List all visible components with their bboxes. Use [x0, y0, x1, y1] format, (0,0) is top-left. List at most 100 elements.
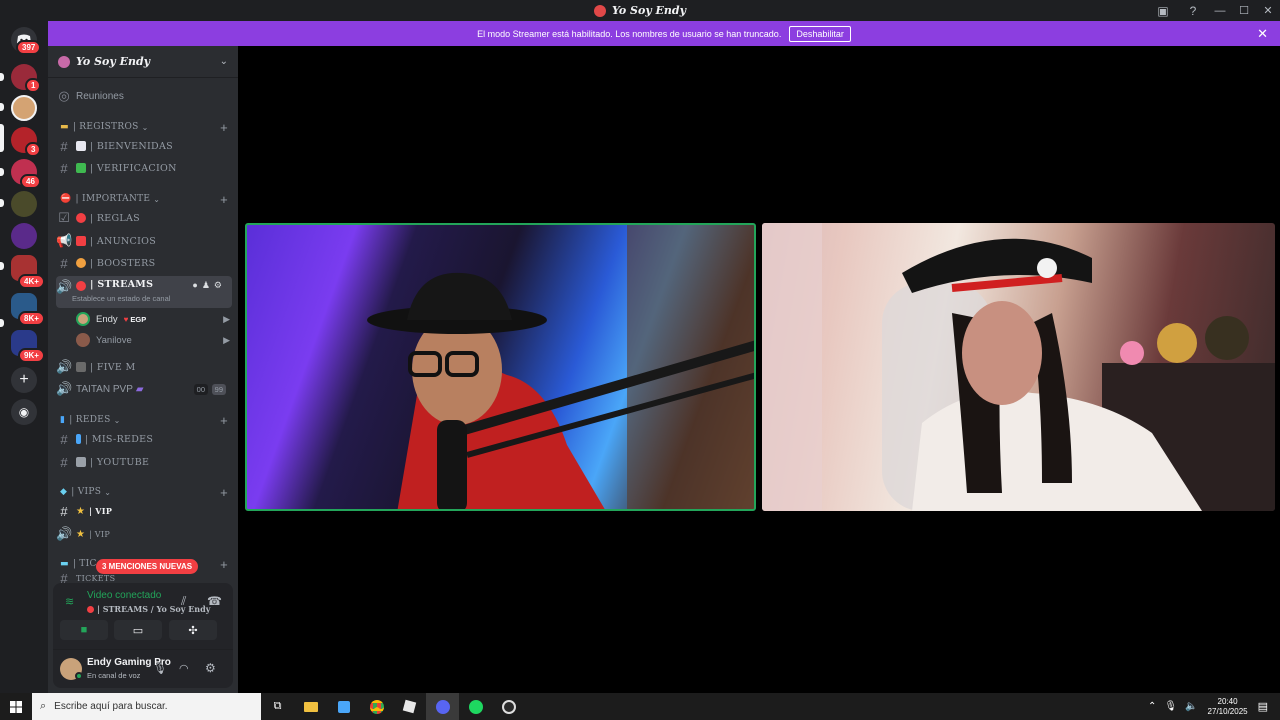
user-status[interactable]: En canal de voz — [87, 671, 140, 680]
category-vips[interactable]: ◆ | VIPS ⌄ + — [60, 484, 230, 500]
roblox-icon[interactable] — [393, 693, 426, 720]
text-channel-icon: # — [60, 503, 68, 519]
obs-icon[interactable] — [492, 693, 525, 720]
spotify-icon[interactable] — [459, 693, 492, 720]
category-label: | REGISTROS — [72, 122, 139, 132]
text-channel-icon: # — [60, 431, 68, 447]
channel-mis-redes[interactable]: # | MIS-REDES — [56, 429, 232, 449]
start-button[interactable] — [0, 693, 32, 720]
add-channel-icon[interactable]: + — [220, 557, 228, 572]
avatar — [76, 312, 90, 326]
server-badge-4: 46 — [20, 174, 41, 189]
server-list: 397 1 3 46 4K+ 8K+ 9K+ + ◉ — [0, 21, 48, 693]
disconnect-icon[interactable]: ☎ — [207, 594, 222, 608]
server-avatar-icon — [58, 55, 70, 68]
voice-user-yanilove[interactable]: Yanilove ▶ — [76, 330, 232, 350]
category-importante[interactable]: ⛔ | IMPORTANTE ⌄ + — [60, 191, 230, 207]
windows-taskbar: ⌕ Escribe aquí para buscar. ⧉ ⌃ 🎙 🔈 20:4… — [0, 693, 1280, 720]
signal-icon[interactable]: ≋ — [65, 595, 74, 608]
server-icon-5[interactable] — [11, 191, 37, 217]
activities-icon: ✣ — [188, 624, 198, 637]
video-tile-yanilove[interactable] — [762, 223, 1275, 511]
minimize-button[interactable]: — — [1208, 0, 1232, 21]
microphone-icon[interactable]: 🎙 — [153, 662, 167, 675]
unread-indicator — [0, 199, 4, 207]
channel-anuncios[interactable]: 📢 | ANUNCIOS — [56, 231, 232, 251]
search-icon: ⌕ — [40, 700, 47, 712]
add-channel-icon[interactable]: + — [220, 192, 228, 207]
user-limit: 99 — [211, 383, 226, 395]
camera-button[interactable]: ■ — [60, 620, 108, 640]
add-channel-icon[interactable]: + — [220, 485, 228, 500]
avatar — [76, 333, 90, 347]
channel-taitan-pvp[interactable]: 🔊 TAITAN PVP ▰ 00 99 — [56, 379, 232, 399]
video-tile-endy[interactable] — [245, 223, 756, 511]
headphones-icon[interactable]: ◠ — [179, 662, 189, 675]
text-channel-icon: # — [60, 138, 68, 154]
voice-channel-icon: 🔊 — [56, 381, 73, 396]
add-channel-icon[interactable]: + — [220, 120, 228, 135]
server-icon-2[interactable] — [11, 95, 37, 121]
taskbar-search-input[interactable]: ⌕ Escribe aquí para buscar. — [32, 693, 261, 720]
settings-gear-icon[interactable]: ⚙ — [205, 661, 216, 675]
volume-icon[interactable]: 🔈 — [1185, 701, 1197, 712]
disable-streamer-button[interactable]: Deshabilitar — [789, 25, 851, 42]
channel-verificacion[interactable]: # | VERIFICACION — [56, 158, 232, 178]
add-server-icon[interactable]: + — [11, 367, 37, 393]
channel-label: Reuniones — [76, 90, 124, 102]
tray-chevron-up-icon[interactable]: ⌃ — [1148, 701, 1156, 712]
chevron-down-icon: ⌄ — [141, 122, 149, 132]
channel-label: TICKETS — [76, 573, 116, 583]
task-view-icon[interactable]: ⧉ — [261, 693, 294, 720]
chrome-icon[interactable] — [360, 693, 393, 720]
new-mentions-pill[interactable]: 3 MENCIONES NUEVAS — [96, 559, 199, 574]
noise-suppression-icon[interactable]: ⫽ — [181, 594, 186, 609]
channel-reglas[interactable]: ☑ | REGLAS — [56, 208, 232, 228]
text-channel-icon: # — [60, 255, 68, 271]
divider — [53, 649, 233, 650]
add-channel-icon[interactable]: + — [220, 413, 228, 428]
clock[interactable]: 20:40 27/10/2025 — [1208, 697, 1248, 717]
help-icon[interactable]: ? — [1178, 0, 1208, 21]
close-window-button[interactable]: ✕ — [1256, 0, 1280, 21]
channel-vip-voice[interactable]: 🔊 ★ | VIP — [56, 524, 232, 544]
camera-icon: ■ — [80, 624, 88, 636]
channel-boosters[interactable]: # | BOOSTERS — [56, 253, 232, 273]
voice-channel-link[interactable]: | STREAMS / Yo Soy Endy — [87, 604, 210, 614]
server-name: Yo Soy Endy — [76, 55, 151, 68]
category-registros[interactable]: ▬ | REGISTROS ⌄ + — [60, 119, 230, 135]
server-icon-6[interactable] — [11, 223, 37, 249]
channel-vip-text[interactable]: # ★ | VIP — [56, 501, 232, 521]
notifications-icon[interactable]: ▤ — [1258, 700, 1268, 713]
channel-tickets[interactable]: # TICKETS — [56, 573, 232, 583]
channel-label: | MIS-REDES — [85, 433, 154, 445]
channel-streams[interactable]: 🔊 | STREAMS ●♟⚙ Establece un estado de c… — [56, 276, 232, 308]
file-explorer-icon[interactable] — [294, 693, 327, 720]
discover-icon[interactable]: ◉ — [11, 399, 37, 425]
voice-user-endy[interactable]: Endy ♥ EGP ▶ — [76, 309, 232, 329]
channel-five-m[interactable]: 🔊 | FIVE M — [56, 357, 232, 377]
server-logo-icon — [593, 4, 606, 17]
chat-add-settings-icons[interactable]: ●♟⚙ — [192, 280, 226, 291]
activities-button[interactable]: ✣ — [169, 620, 217, 640]
store-icon[interactable] — [327, 693, 360, 720]
channel-status-text[interactable]: Establece un estado de canal — [72, 294, 170, 303]
close-banner-icon[interactable]: ✕ — [1257, 26, 1268, 42]
inbox-icon[interactable]: ▣ — [1148, 0, 1178, 21]
voice-status[interactable]: Video conectado — [87, 590, 161, 601]
channel-bienvenidas[interactable]: # | BIENVENIDAS — [56, 136, 232, 156]
channel-youtube[interactable]: # | YOUTUBE — [56, 452, 232, 472]
window-title: Yo Soy Endy — [593, 4, 686, 17]
server-header[interactable]: Yo Soy Endy ⌄ — [48, 46, 238, 78]
chevron-down-icon: ⌄ — [113, 415, 121, 425]
laptop-emoji-icon — [76, 457, 86, 467]
megaphone-emoji-icon — [76, 236, 86, 246]
channel-reuniones[interactable]: ◎ Reuniones — [56, 86, 232, 106]
screen-share-button[interactable]: ▭ — [114, 620, 162, 640]
discord-taskbar-icon[interactable] — [426, 693, 459, 720]
maximize-button[interactable]: ☐ — [1232, 0, 1256, 21]
webcam-feed-yanilove — [762, 223, 1275, 511]
category-redes[interactable]: ▮ | REDES ⌄ + — [60, 412, 230, 428]
clock-date: 27/10/2025 — [1207, 706, 1248, 716]
tray-microphone-icon[interactable]: 🎙 — [1164, 701, 1177, 712]
